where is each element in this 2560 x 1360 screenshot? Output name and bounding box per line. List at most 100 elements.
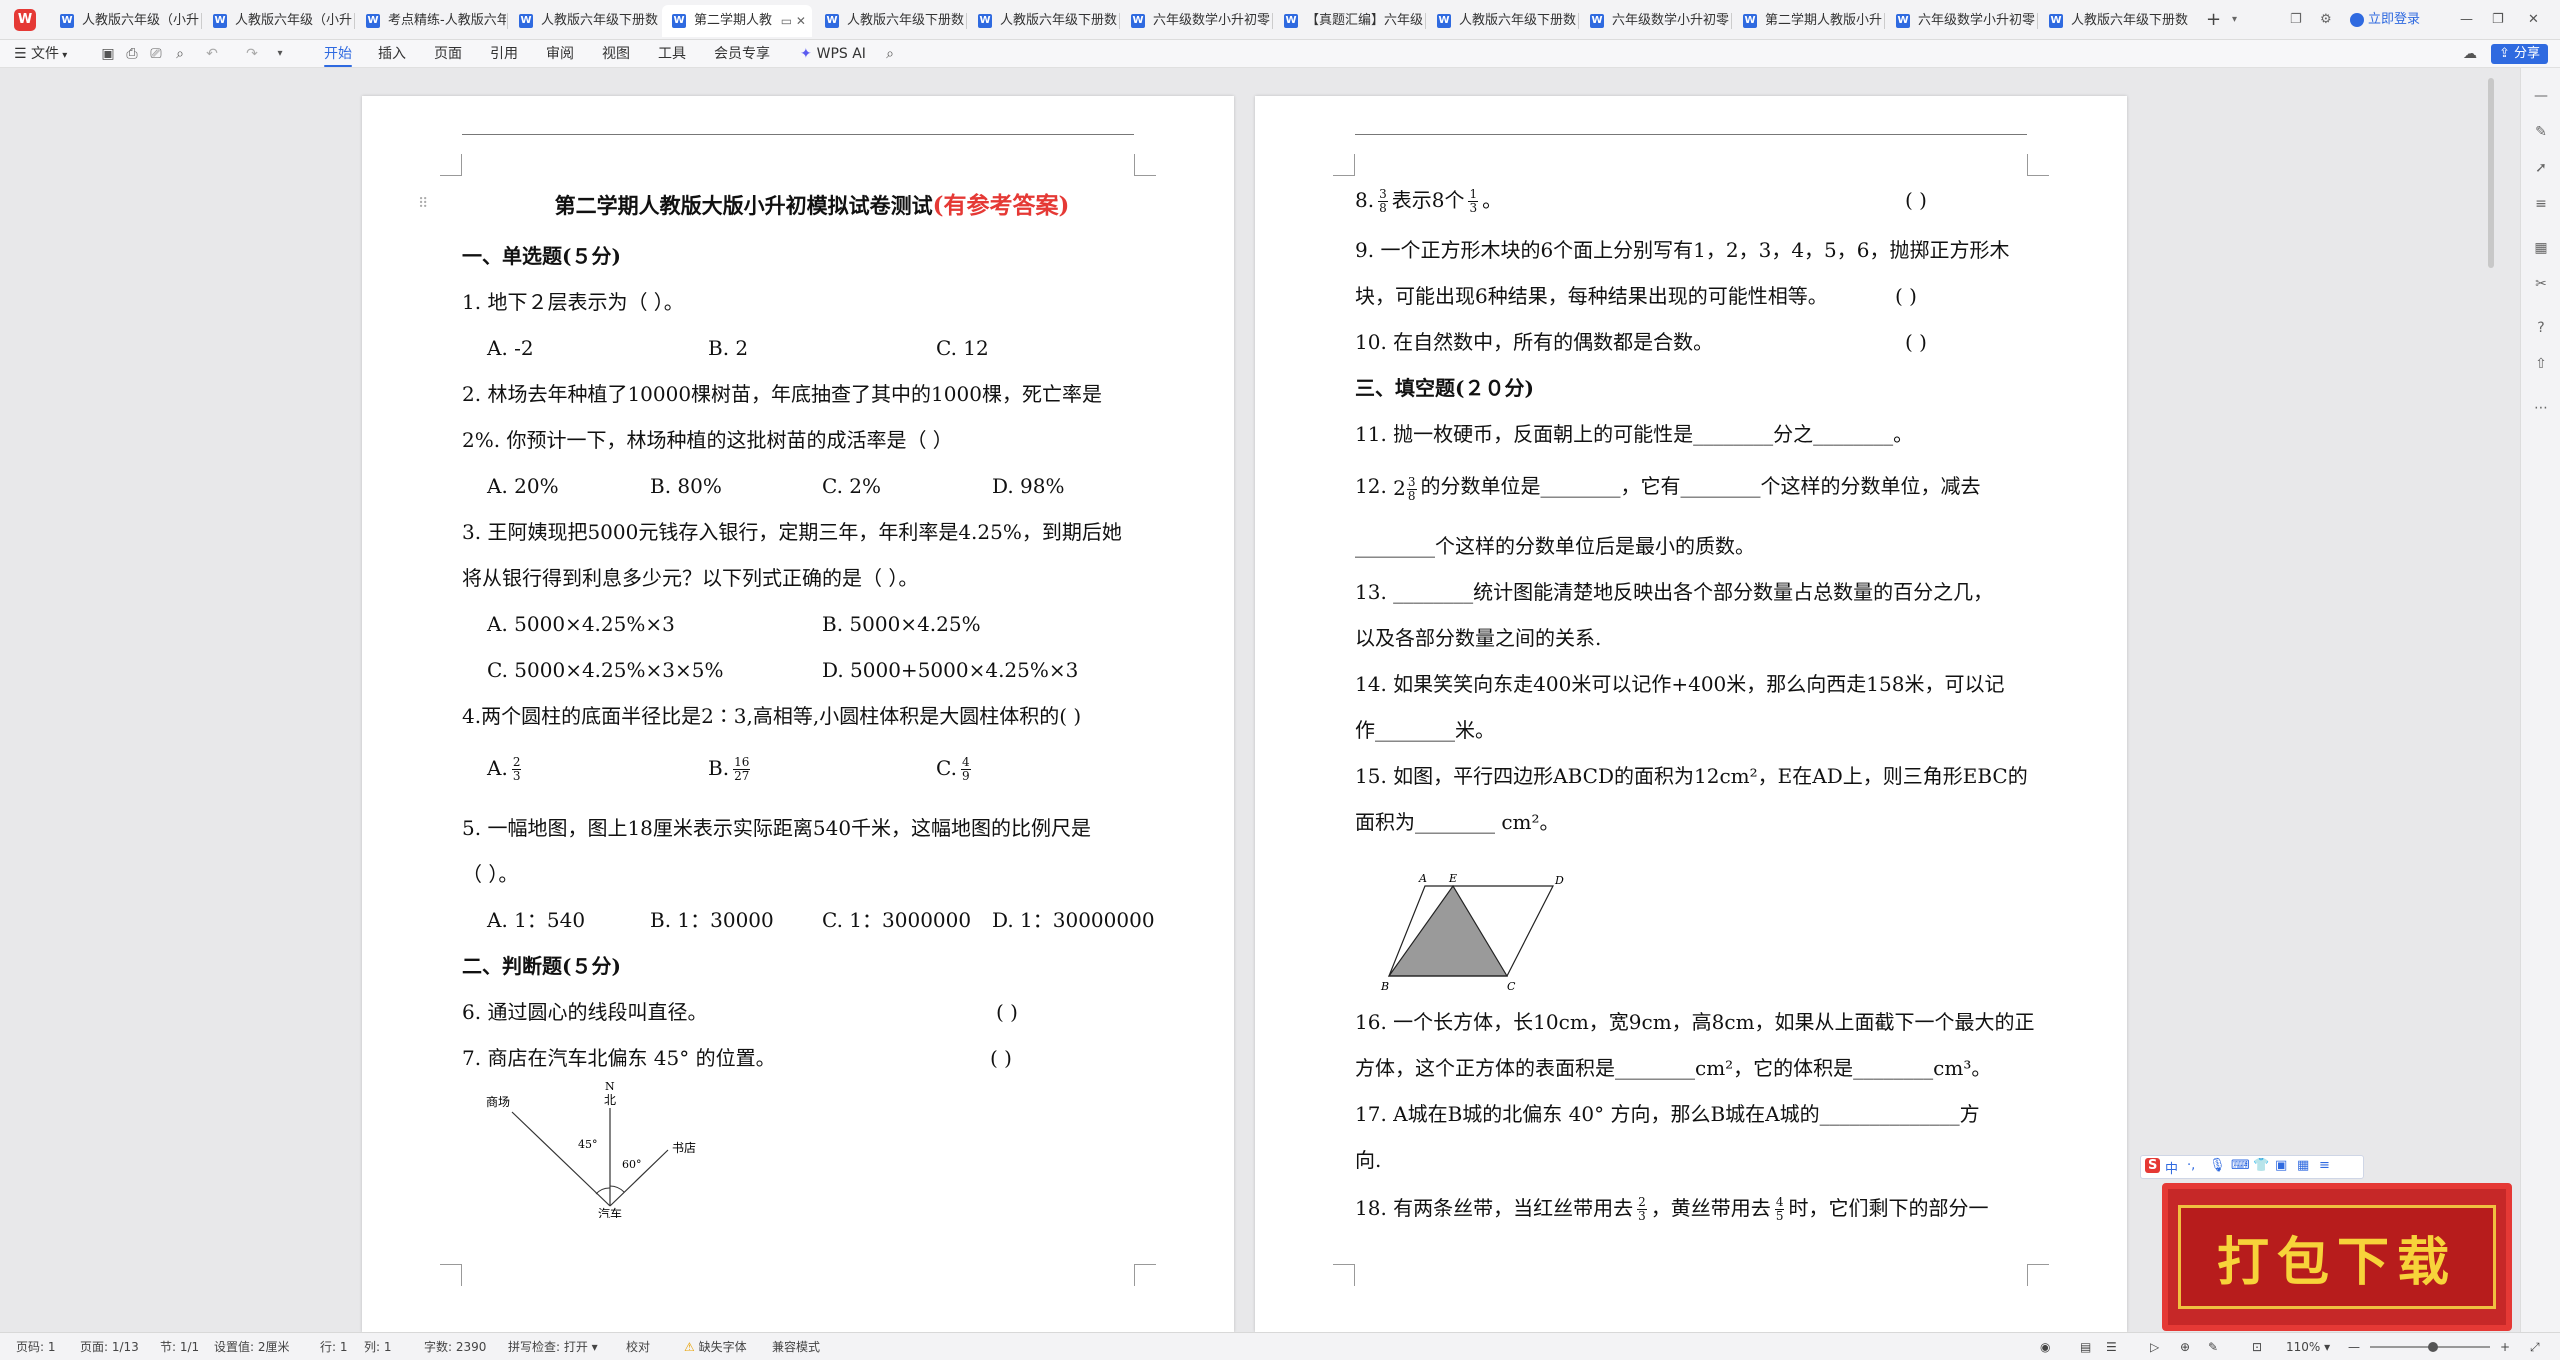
ribbon-tab-6[interactable]: 视图 [602, 40, 630, 68]
minimize-icon[interactable]: — [2460, 0, 2473, 40]
tab-label: 人教版六年级下册数 [1000, 13, 1118, 28]
status-missing-font[interactable]: ⚠ 缺失字体 [684, 1333, 747, 1360]
fit-page-icon[interactable]: ⊡ [2252, 1333, 2262, 1360]
tab-3[interactable]: W 考点精练-人教版六年 [356, 5, 506, 37]
status-setting-value[interactable]: 设置值: 2厘米 [214, 1333, 290, 1360]
status-column[interactable]: 列: 1 [364, 1333, 392, 1360]
ime-grid-icon[interactable]: ▦ [2297, 1158, 2309, 1173]
share-doc-icon[interactable]: ⇧ [2533, 356, 2549, 372]
ribbon-tab-2[interactable]: 插入 [378, 40, 406, 68]
word-doc-icon: W [213, 14, 227, 28]
ribbon-tab-5[interactable]: 审阅 [546, 40, 574, 68]
tab-4[interactable]: W 人教版六年级下册数 [509, 5, 659, 37]
word-doc-icon: W [1131, 14, 1145, 28]
new-tab-button[interactable]: + [2206, 0, 2221, 40]
tab-13[interactable]: W 六年级数学小升初零 [1886, 5, 2036, 37]
help-icon[interactable]: ? [2533, 320, 2549, 336]
tab-close-icon[interactable]: ▭ ✕ [781, 5, 806, 37]
print-preview-icon[interactable]: ⌕ [172, 46, 188, 62]
edit-pen-icon[interactable]: ✎ [2533, 124, 2549, 140]
status-pages[interactable]: 页面: 1/13 [80, 1333, 139, 1360]
status-zoom[interactable]: 110% ▾ [2286, 1333, 2330, 1360]
undo-icon[interactable]: ↶ [204, 46, 220, 62]
ime-mic-icon[interactable]: 🎙 [2209, 1158, 2226, 1173]
redo-icon[interactable]: ↷ [244, 46, 260, 62]
ime-punctuation-icon[interactable]: ·, [2187, 1158, 2195, 1173]
tab-10[interactable]: W 人教版六年级下册数 [1427, 5, 1577, 37]
tab-7[interactable]: W 人教版六年级下册数 [968, 5, 1118, 37]
vertical-scrollbar[interactable] [2488, 78, 2494, 268]
ime-box-icon[interactable]: ▣ [2275, 1158, 2287, 1173]
tab-separator [1119, 13, 1120, 29]
outline-view-icon[interactable]: ☰ [2106, 1333, 2117, 1360]
tab-8[interactable]: W 六年级数学小升初零 [1121, 5, 1271, 37]
file-menu[interactable]: ☰ 文件 ▾ [14, 40, 67, 68]
tab-list-chevron-icon[interactable]: ▾ [2232, 0, 2237, 40]
login-button[interactable]: 立即登录 [2350, 0, 2420, 40]
tab-5[interactable]: W 第二学期人教 ▭ ✕ [662, 5, 812, 37]
question-2-line-2: 2%. 你预计一下，林场种植的这批树苗的成活率是（ ） [462, 428, 953, 452]
select-cursor-icon[interactable]: ➚ [2533, 160, 2549, 176]
question-15-line-1: 15. 如图，平行四边形ABCD的面积为12cm²，E在AD上，则三角形EBC的 [1355, 764, 2028, 788]
play-icon[interactable]: ▷ [2150, 1333, 2159, 1360]
tab-9[interactable]: W 【真题汇编】六年级 [1274, 5, 1424, 37]
status-section[interactable]: 节: 1/1 [160, 1333, 199, 1360]
tab-14[interactable]: W 人教版六年级下册数 [2039, 5, 2189, 37]
eye-protection-icon[interactable]: ◉ [2040, 1333, 2050, 1360]
tab-2[interactable]: W 人教版六年级（小升 [203, 5, 353, 37]
ribbon-tab-8[interactable]: 会员专享 [714, 40, 770, 68]
tab-1[interactable]: W 人教版六年级（小升 [50, 5, 200, 37]
export-pdf-icon[interactable]: ⎙ [124, 46, 140, 62]
adjust-sliders-icon[interactable]: ≡ [2533, 196, 2549, 212]
download-banner[interactable]: 打包下载 [2162, 1183, 2512, 1331]
login-label: 立即登录 [2368, 12, 2421, 27]
share-button[interactable]: ⇪ 分享 [2490, 44, 2548, 64]
status-compat-mode[interactable]: 兼容模式 [772, 1333, 820, 1360]
wps-ai-button[interactable]: ✦ WPS AI [800, 40, 866, 68]
fullscreen-icon[interactable]: ⤢ [2530, 1333, 2540, 1360]
print-icon[interactable]: ⎚ [148, 46, 164, 62]
question-4: 4.两个圆柱的底面半径比是2∶3,高相等,小圆柱体积是大圆柱体积的( ) [462, 704, 1082, 728]
paragraph-drag-handle-icon[interactable]: ⠿ [418, 196, 428, 212]
wps-logo-icon[interactable]: W [14, 9, 36, 31]
ribbon-tab-4[interactable]: 引用 [490, 40, 518, 68]
fig15-label-d: D [1554, 874, 1564, 887]
collapse-panel-icon[interactable]: — [2533, 88, 2549, 104]
ime-skin-icon[interactable]: 👕 [2253, 1158, 2269, 1173]
pen-view-icon[interactable]: ✎ [2208, 1333, 2218, 1360]
tab-11[interactable]: W 六年级数学小升初零 [1580, 5, 1730, 37]
tab-12[interactable]: W 第二学期人教版小升 [1733, 5, 1883, 37]
status-proofread[interactable]: 校对 [626, 1333, 650, 1360]
more-icon[interactable]: ⋯ [2533, 400, 2549, 416]
search-icon[interactable]: ⌕ [882, 46, 898, 62]
maximize-icon[interactable]: ❐ [2492, 0, 2504, 40]
settings-icon[interactable]: ⚙ [2320, 0, 2332, 40]
status-spell-check[interactable]: 拼写检查: 打开 ▾ [508, 1333, 598, 1360]
ribbon-tab-7[interactable]: 工具 [658, 40, 686, 68]
tools-icon[interactable]: ✂ [2533, 276, 2549, 292]
web-view-icon[interactable]: ⊕ [2180, 1333, 2190, 1360]
ribbon-tab-1[interactable]: 开始 [324, 40, 352, 68]
zoom-in-icon[interactable]: + [2500, 1333, 2510, 1360]
zoom-slider-thumb[interactable] [2428, 1342, 2438, 1352]
close-window-icon[interactable]: ✕ [2528, 0, 2539, 40]
status-row[interactable]: 行: 1 [320, 1333, 348, 1360]
ime-chinese-mode[interactable]: 中 [2165, 1158, 2178, 1177]
save-icon[interactable]: ▣ [100, 46, 116, 62]
page-view-icon[interactable]: ▤ [2080, 1333, 2091, 1360]
tab-6[interactable]: W 人教版六年级下册数 [815, 5, 965, 37]
status-page-number[interactable]: 页码: 1 [16, 1333, 56, 1360]
q5-option-d: D. 1：30000000 [992, 908, 1155, 932]
cloud-sync-icon[interactable]: ☁ [2462, 46, 2478, 62]
ime-keyboard-icon[interactable]: ⌨ [2231, 1158, 2250, 1173]
q18-text-3: 时，它们剩下的部分一 [1788, 1196, 1989, 1220]
zoom-out-icon[interactable]: — [2348, 1333, 2360, 1360]
ime-toolbar[interactable]: S 中 ·, 🎙 ⌨ 👕 ▣ ▦ ≡ [2140, 1155, 2364, 1179]
ribbon-tab-3[interactable]: 页面 [434, 40, 462, 68]
question-17-line-1: 17. A城在B城的北偏东 40° 方向，那么B城在A城的___________… [1355, 1102, 1980, 1126]
status-word-count[interactable]: 字数: 2390 [424, 1333, 486, 1360]
ime-menu-icon[interactable]: ≡ [2319, 1158, 2330, 1173]
quick-access-chevron-icon[interactable]: ▾ [272, 46, 288, 62]
image-icon[interactable]: ▦ [2533, 240, 2549, 256]
window-switch-icon[interactable]: ❐ [2290, 0, 2302, 40]
